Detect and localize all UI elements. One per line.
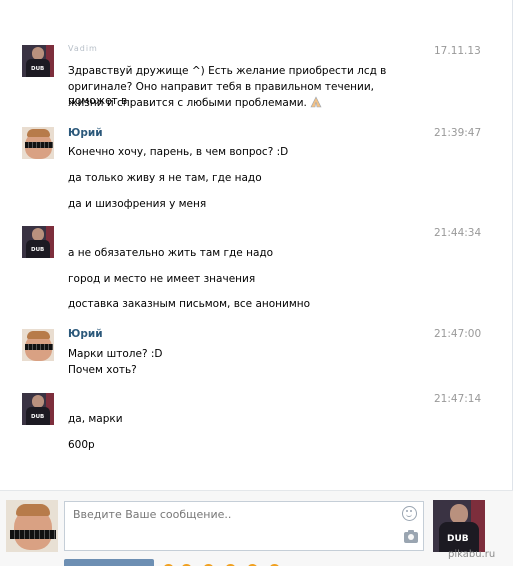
camera-icon[interactable] [404, 530, 418, 543]
message-text: 600р [68, 439, 95, 451]
avatar[interactable]: DUB [22, 226, 54, 258]
message-author[interactable]: Юрий [68, 127, 103, 139]
praying-hands-icon [310, 96, 322, 108]
message-text: да только живу я не там, где надо [68, 172, 262, 184]
message-text: жизни и справится с любыми проблемами. [68, 96, 413, 110]
recipient-avatar[interactable]: DUB [433, 500, 485, 552]
message-text: да и шизофрения у меня [68, 198, 207, 210]
message-text: город и место не имеет значения [68, 273, 256, 285]
message-text: Марки штоле? :D [68, 348, 163, 360]
message-author[interactable]: Vadim [68, 44, 98, 53]
message-text: Здравствуй дружище ^) Есть желание приоб… [68, 65, 387, 77]
message-text: доставка заказным письмом, все анонимно [68, 298, 311, 310]
avatar[interactable] [22, 329, 54, 361]
message-time: 21:47:14 [434, 393, 482, 405]
avatar[interactable]: DUB [22, 393, 54, 425]
message-text-span: жизни и справится с любыми проблемами. [68, 97, 307, 109]
message-author[interactable]: Юрий [68, 328, 103, 340]
watermark: pikabu.ru [448, 549, 496, 560]
send-button[interactable] [64, 559, 154, 566]
message-time: 17.11.13 [434, 45, 481, 57]
message-text: Конечно хочу, парень, в чем вопрос? :D [68, 146, 289, 158]
own-avatar[interactable] [6, 500, 58, 552]
message-time: 21:47:00 [434, 328, 482, 340]
message-text: да, марки [68, 413, 123, 425]
avatar[interactable] [22, 127, 54, 159]
message-input-placeholder: Введите Ваше сообщение.. [73, 508, 232, 521]
message-time: 21:39:47 [434, 127, 482, 139]
message-time: 21:44:34 [434, 227, 482, 239]
message-text: а не обязательно жить там где надо [68, 247, 274, 259]
emoji-icon[interactable] [402, 506, 417, 521]
avatar[interactable]: DUB [22, 45, 54, 77]
message-input[interactable]: Введите Ваше сообщение.. [64, 501, 424, 551]
message-history: DUB Vadim 17.11.13 Здравствуй дружище ^)… [0, 0, 513, 490]
message-text: Почем хоть? [68, 364, 137, 376]
message-composer: Введите Ваше сообщение.. DUB [0, 490, 513, 566]
